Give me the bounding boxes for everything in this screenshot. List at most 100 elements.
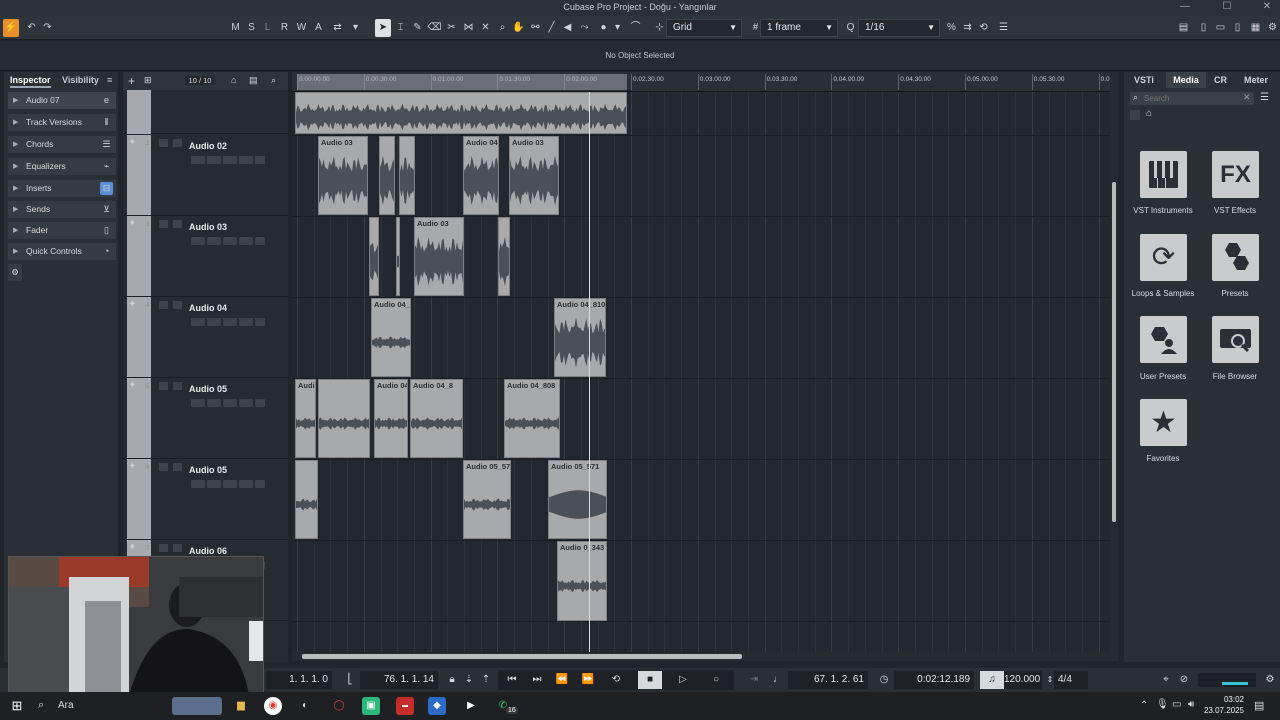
object-selection-tool[interactable]: ➤: [375, 19, 391, 37]
visibility-icon[interactable]: ⌂: [231, 75, 236, 85]
mute-tool-icon[interactable]: ✕: [478, 19, 493, 37]
favorites-tile[interactable]: ★: [1140, 399, 1187, 446]
grid-size-dropdown[interactable]: 1 frame ▼: [760, 19, 838, 37]
media-search-input[interactable]: [1144, 93, 1238, 104]
punch-out-icon[interactable]: ⇡: [474, 671, 498, 689]
audio-event[interactable]: [295, 460, 318, 539]
snap-icon[interactable]: ⊹: [652, 19, 667, 37]
freeze-button[interactable]: [239, 399, 253, 407]
stop-button[interactable]: ■: [638, 671, 662, 689]
opera-icon[interactable]: ◯: [330, 697, 348, 715]
search-icon[interactable]: ⌕: [271, 75, 276, 86]
mute-toggle[interactable]: [159, 382, 168, 390]
app-icon[interactable]: ▣: [362, 697, 380, 715]
automation-mode-button[interactable]: A: [311, 19, 326, 37]
read-automation-button[interactable]: [255, 156, 265, 164]
network-icon[interactable]: ▭: [1172, 699, 1181, 710]
freeze-button[interactable]: [239, 480, 253, 488]
locator-icon[interactable]: ⎣: [338, 671, 362, 689]
track-row[interactable]: ✦ 6 Audio 05: [123, 459, 288, 540]
track-name[interactable]: Audio 02: [189, 141, 227, 151]
quantize-settings-icon[interactable]: %: [944, 19, 959, 37]
loops-samples-tile[interactable]: ⟳: [1140, 234, 1187, 281]
media-player-icon[interactable]: ▶: [462, 697, 480, 715]
section-quick-controls[interactable]: ▶ Quick Controls ◔: [8, 243, 116, 260]
glue-tool-icon[interactable]: ⋈: [461, 19, 476, 37]
user-presets-tile[interactable]: [1140, 316, 1187, 363]
monitor-button[interactable]: [207, 237, 221, 245]
microphone-icon[interactable]: 🎙︎: [1156, 699, 1169, 710]
mute-toggle[interactable]: [159, 139, 168, 147]
volume-icon[interactable]: 🔊︎: [1188, 699, 1194, 710]
monitor-button[interactable]: [207, 480, 221, 488]
section-equalizers[interactable]: ▶ Equalizers ⌁: [8, 158, 116, 175]
tempo-field[interactable]: 120.000: [1004, 671, 1042, 689]
track-row[interactable]: ✦ 2 Audio 02: [123, 135, 288, 216]
undo-icon[interactable]: ↶: [24, 19, 39, 37]
track-name[interactable]: Audio 05: [189, 465, 227, 475]
audio-event[interactable]: [379, 136, 395, 215]
warp-tool-icon[interactable]: ⤳: [577, 19, 592, 37]
section-inserts[interactable]: ▶ Inserts ⊟: [8, 180, 116, 197]
tab-meter[interactable]: Meter: [1244, 72, 1268, 88]
audio-event[interactable]: Audio 03: [318, 136, 368, 215]
audio-event[interactable]: Audio 04_: [371, 298, 411, 377]
section-sends[interactable]: ▶ Sends ⊻: [8, 201, 116, 218]
presets-tile[interactable]: [1212, 234, 1259, 281]
folder-icon[interactable]: ▤: [249, 75, 258, 86]
range-tool-icon[interactable]: ⌶: [393, 19, 408, 37]
track-fold-icon[interactable]: ✦: [128, 542, 136, 553]
tab-visibility[interactable]: Visibility: [62, 72, 99, 88]
cycle-region[interactable]: [297, 74, 627, 90]
app-blue-icon[interactable]: ◆: [428, 697, 446, 715]
edit-channel-button[interactable]: [223, 156, 237, 164]
erase-tool-icon[interactable]: ⌫: [427, 19, 442, 37]
metronome-icon[interactable]: ♫: [980, 671, 1004, 689]
audio-event[interactable]: Audio 04: [463, 136, 499, 215]
settings-icon[interactable]: ⚙: [1265, 19, 1280, 37]
audio-event[interactable]: Audio 04_808: [374, 379, 408, 458]
play-tool-icon[interactable]: ◀: [560, 19, 575, 37]
track-row[interactable]: ✦ 5 Audio 05: [123, 378, 288, 459]
file-browser-tile[interactable]: [1212, 316, 1259, 363]
audio-event[interactable]: [396, 217, 400, 296]
horizontal-scrollbar[interactable]: [292, 652, 1118, 661]
track-fold-icon[interactable]: ✦: [128, 218, 136, 229]
vst-effects-tile[interactable]: FX: [1212, 151, 1259, 198]
cycle-icon[interactable]: ⟲: [604, 671, 628, 689]
read-automation-button[interactable]: [255, 480, 265, 488]
lower-zone-toggle-icon[interactable]: ▭: [1213, 19, 1228, 37]
right-zone-toggle-icon[interactable]: ▯: [1230, 19, 1245, 37]
track-name[interactable]: Audio 05: [189, 384, 227, 394]
notifications-icon[interactable]: ▤: [1254, 699, 1264, 712]
track-name[interactable]: Audio 06: [189, 546, 227, 556]
audio-event[interactable]: [318, 379, 370, 458]
track-fold-icon[interactable]: ✦: [128, 299, 136, 310]
toolbar-settings-icon[interactable]: ☰: [996, 19, 1011, 37]
solo-toggle[interactable]: [173, 139, 182, 147]
track-name[interactable]: Audio 04: [189, 303, 227, 313]
solo-toggle[interactable]: [173, 382, 182, 390]
activate-project-button[interactable]: ⚡: [3, 19, 19, 37]
transport-settings-icon[interactable]: ⚙: [1258, 671, 1280, 689]
fast-forward-icon[interactable]: ⏩: [576, 671, 600, 689]
timeline-ruler[interactable]: 0.00.00.000.00.30.000.01.00.000.01.30.00…: [292, 72, 1118, 92]
mute-toggle[interactable]: [159, 544, 168, 552]
media-search-field[interactable]: ⌕ ✕: [1130, 92, 1254, 105]
audio-event[interactable]: Audio 05_569: [295, 379, 316, 458]
section-track-versions[interactable]: ▶ Track Versions ⫴: [8, 114, 116, 131]
mute-toggle[interactable]: [159, 463, 168, 471]
record-enable-button[interactable]: [191, 156, 205, 164]
inspector-menu-icon[interactable]: ≡: [107, 72, 112, 88]
project-cursor[interactable]: [589, 92, 590, 652]
monitor-button[interactable]: [207, 318, 221, 326]
record-button[interactable]: ○: [704, 671, 728, 689]
left-locator-field[interactable]: 1. 1. 1. 0: [266, 671, 332, 689]
split-tool-icon[interactable]: ✂: [444, 19, 459, 37]
solo-mode-button[interactable]: S: [244, 19, 259, 37]
record-enable-button[interactable]: [191, 399, 205, 407]
inspector-track-header[interactable]: ▶ Audio 07 e: [8, 92, 116, 109]
left-zone-toggle-icon[interactable]: ▯: [1196, 19, 1211, 37]
go-to-start-icon[interactable]: ⏮: [500, 671, 524, 689]
add-track-options-icon[interactable]: ⊞: [144, 75, 152, 86]
